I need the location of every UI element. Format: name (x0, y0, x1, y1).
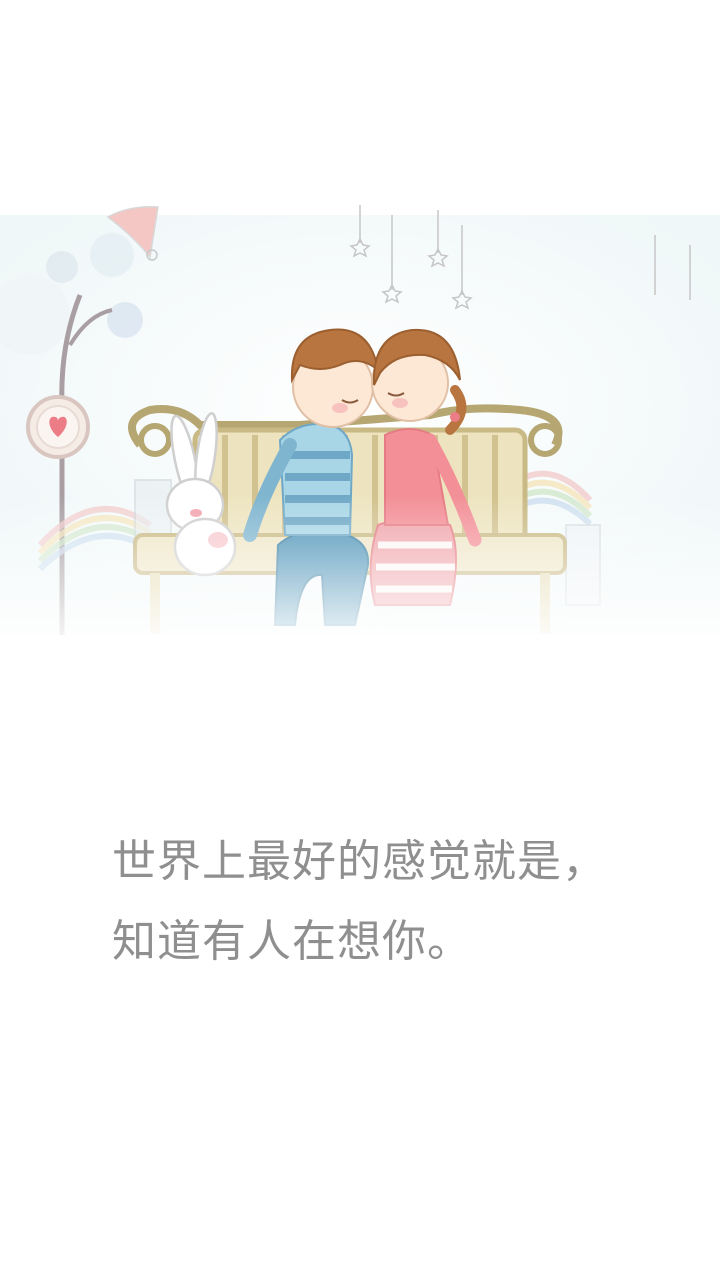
wallpaper-screen: 世界上最好的感觉就是， 知道有人在想你。 (0, 0, 720, 1280)
couple-on-bench-illustration (0, 195, 720, 655)
quote-line-2: 知道有人在想你。 (112, 916, 472, 967)
quote-text: 世界上最好的感觉就是， 知道有人在想你。 (112, 822, 672, 982)
quote-line-1: 世界上最好的感觉就是， (112, 836, 607, 887)
illustration-fade (0, 495, 720, 655)
